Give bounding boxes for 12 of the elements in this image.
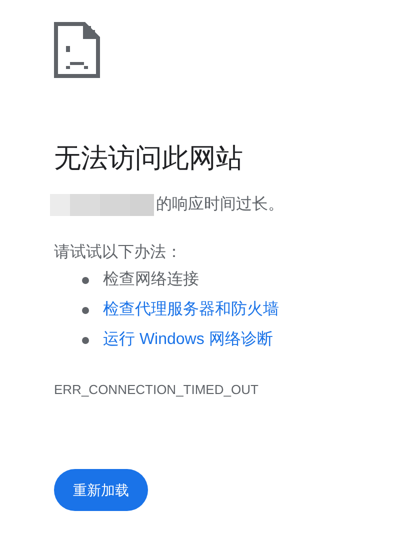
summary-text: 的响应时间过长。 xyxy=(156,194,284,215)
bullet-icon xyxy=(82,306,89,314)
sad-page-icon xyxy=(54,22,100,78)
suggestion-link[interactable]: 运行 Windows 网络诊断 xyxy=(103,329,273,351)
suggestions-title: 请试试以下办法： xyxy=(54,242,183,263)
suggestion-text: 检查网络连接 xyxy=(103,270,199,290)
suggestion-link[interactable]: 检查代理服务器和防火墙 xyxy=(103,299,279,321)
error-code: ERR_CONNECTION_TIMED_OUT xyxy=(54,381,260,399)
reload-button[interactable]: 重新加载 xyxy=(54,469,148,511)
bullet-icon xyxy=(82,336,89,344)
bullet-icon xyxy=(82,276,89,284)
page-heading: 无法访问此网站 xyxy=(54,142,244,175)
